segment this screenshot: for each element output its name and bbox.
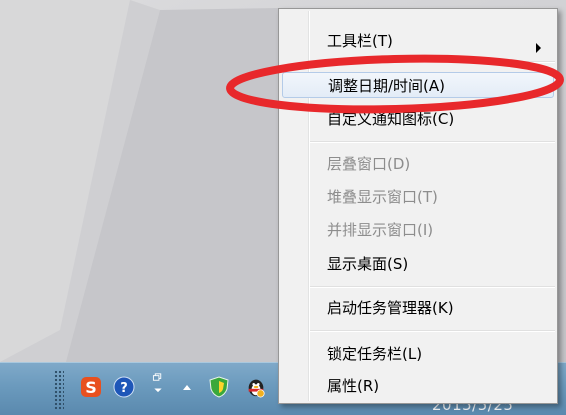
menu-item-lock-taskbar[interactable]: 锁定任务栏(L) bbox=[327, 341, 547, 367]
menu-icon-gutter bbox=[308, 11, 310, 401]
menu-item-side-by-side-windows[interactable]: 并排显示窗口(I) bbox=[327, 217, 547, 243]
help-icon[interactable]: ? bbox=[113, 376, 135, 398]
menu-item-adjust-date-time[interactable]: 调整日期/时间(A) bbox=[282, 72, 554, 98]
menu-item-show-desktop[interactable]: 显示桌面(S) bbox=[327, 251, 547, 277]
menu-item-toolbars[interactable]: 工具栏(T) bbox=[327, 28, 547, 54]
sogou-input-icon[interactable]: S bbox=[80, 376, 102, 398]
menu-separator bbox=[310, 330, 555, 332]
menu-item-customize-notification-icons[interactable]: 自定义通知图标(C) bbox=[327, 106, 547, 132]
svg-text:S: S bbox=[85, 378, 97, 397]
show-hidden-icons-arrow[interactable] bbox=[176, 376, 198, 398]
menu-item-cascade-windows[interactable]: 层叠窗口(D) bbox=[327, 151, 547, 177]
network-icon[interactable] bbox=[147, 372, 169, 394]
taskbar-context-menu: 工具栏(T) 调整日期/时间(A) 自定义通知图标(C) 层叠窗口(D) 堆叠显… bbox=[278, 8, 558, 404]
menu-separator bbox=[310, 61, 555, 63]
menu-separator bbox=[310, 286, 555, 288]
svg-text:?: ? bbox=[120, 381, 128, 396]
taskbar-gripper[interactable] bbox=[54, 370, 64, 410]
menu-item-properties[interactable]: 属性(R) bbox=[327, 373, 547, 399]
security-shield-icon[interactable] bbox=[208, 376, 230, 398]
menu-item-start-task-manager[interactable]: 启动任务管理器(K) bbox=[327, 295, 547, 321]
menu-separator bbox=[310, 141, 555, 143]
submenu-arrow-icon bbox=[536, 43, 541, 53]
menu-item-stack-windows[interactable]: 堆叠显示窗口(T) bbox=[327, 184, 547, 210]
qq-penguin-icon[interactable] bbox=[245, 376, 267, 398]
